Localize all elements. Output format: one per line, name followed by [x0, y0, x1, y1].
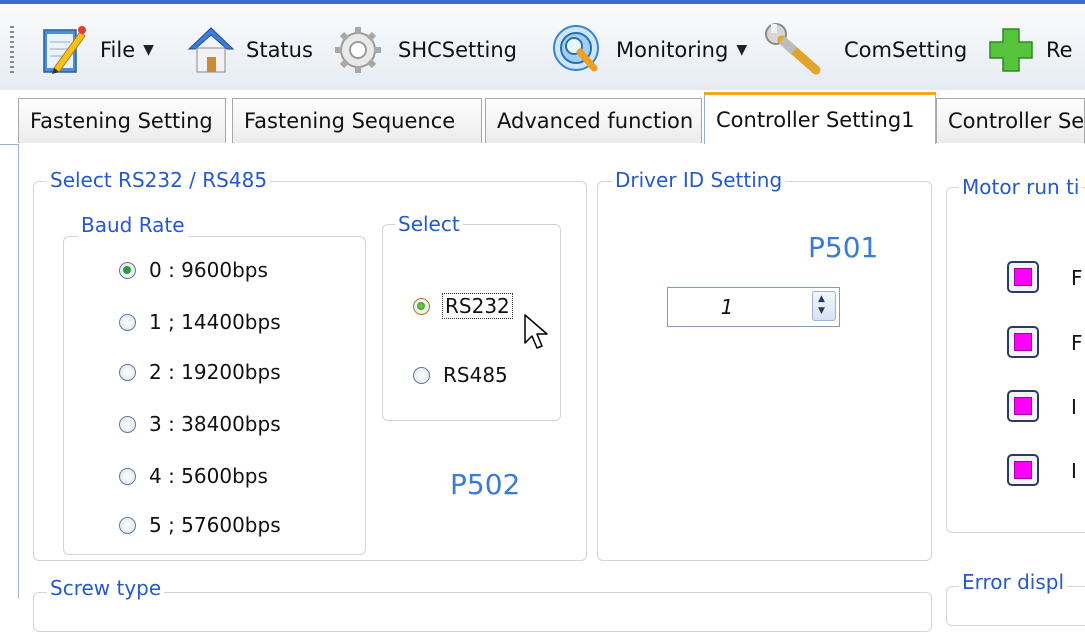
screw-type-group	[33, 592, 932, 632]
tab-controller-setting1[interactable]: Controller Setting1	[704, 92, 936, 145]
re-button[interactable]: Re	[986, 22, 1073, 78]
driver-id-value[interactable]: 1	[668, 288, 786, 326]
baud-option-label: 4 : 5600bps	[149, 464, 268, 488]
screw-type-group-title: Screw type	[47, 576, 165, 600]
error-display-group-title: Error displ	[959, 570, 1068, 594]
baud-option-14400[interactable]: 1 ; 14400bps	[119, 310, 281, 334]
interface-option-label: RS232	[442, 293, 513, 319]
driver-id-group-title: Driver ID Setting	[612, 168, 786, 192]
wrench-icon	[764, 22, 826, 78]
chevron-down-icon: ▼	[736, 42, 748, 58]
baud-option-9600[interactable]: 0 : 9600bps	[119, 258, 268, 282]
rs-select-group-title: Select RS232 / RS485	[47, 168, 271, 192]
driver-id-group	[597, 181, 932, 561]
motor-run-label-4: I	[1071, 459, 1077, 483]
magnifier-icon	[550, 22, 606, 78]
notepad-pencil-icon	[40, 24, 86, 76]
tab-strip: Fastening Setting Fastening Sequence Adv…	[0, 90, 1085, 145]
monitoring-menu-button[interactable]: Monitoring ▼	[550, 22, 747, 78]
baud-option-label: 3 : 38400bps	[149, 412, 281, 436]
baud-option-label: 2 : 19200bps	[149, 360, 281, 384]
interface-option-rs232[interactable]: RS232	[413, 293, 513, 319]
re-label: Re	[1046, 38, 1073, 62]
baud-option-5600[interactable]: 4 : 5600bps	[119, 464, 268, 488]
tab-fastening-setting[interactable]: Fastening Setting	[18, 98, 226, 143]
radio-button[interactable]	[119, 363, 136, 381]
radio-button[interactable]	[119, 467, 136, 485]
tab-fastening-sequence[interactable]: Fastening Sequence	[232, 98, 482, 143]
interface-select-group-title: Select	[395, 212, 463, 236]
tab-label: Controller Setting1	[716, 107, 915, 132]
motor-run-checkbox-3[interactable]	[1007, 390, 1039, 422]
tab-label: Fastening Sequence	[244, 109, 456, 133]
tab-label: Fastening Setting	[30, 109, 213, 133]
tab-controller-setting2[interactable]: Controller Se	[936, 98, 1085, 143]
mouse-cursor-icon	[523, 313, 551, 353]
tab-label: Advanced function	[497, 109, 694, 133]
controller-setting1-panel: Select RS232 / RS485 Baud Rate 0 : 9600b…	[18, 144, 1085, 632]
motor-run-group-title: Motor run ti	[959, 175, 1083, 199]
baud-option-label: 5 ; 57600bps	[149, 513, 281, 537]
rs-param-code: P502	[450, 468, 521, 501]
green-plus-icon	[986, 25, 1036, 75]
interface-option-rs485[interactable]: RS485	[413, 363, 508, 387]
radio-button[interactable]	[119, 313, 136, 331]
driver-id-param-code: P501	[808, 231, 879, 264]
radio-button[interactable]	[413, 297, 430, 315]
baud-option-38400[interactable]: 3 : 38400bps	[119, 412, 281, 436]
baud-rate-group	[63, 236, 366, 555]
radio-button[interactable]	[413, 366, 430, 384]
file-menu-label: File	[100, 38, 136, 62]
gear-icon	[332, 24, 384, 76]
comsetting-button[interactable]: ComSetting	[764, 22, 967, 78]
baud-option-label: 1 ; 14400bps	[149, 310, 281, 334]
status-label: Status	[246, 38, 313, 62]
chevron-down-icon: ▼	[143, 42, 154, 58]
motor-run-checkbox-2[interactable]	[1007, 326, 1039, 358]
spin-up-icon[interactable]: ▲	[818, 294, 825, 304]
toolbar-grip[interactable]	[10, 26, 14, 76]
motor-run-label-3: I	[1071, 395, 1077, 419]
monitoring-label: Monitoring	[616, 38, 729, 62]
toolbar: File ▼ Status SHCSetting Monitoring ▼ Co…	[0, 0, 1085, 90]
radio-button[interactable]	[119, 415, 136, 433]
comsetting-label: ComSetting	[844, 38, 968, 62]
tab-advanced-function[interactable]: Advanced function	[485, 98, 702, 143]
driver-id-spinner[interactable]: 1 ▲ ▼	[667, 287, 840, 327]
interface-option-label: RS485	[443, 363, 508, 387]
status-button[interactable]: Status	[186, 22, 313, 78]
spinner-buttons[interactable]: ▲ ▼	[812, 291, 836, 321]
motor-run-label-1: F	[1071, 266, 1083, 290]
shcsetting-button[interactable]: SHCSetting	[332, 22, 517, 78]
house-icon	[186, 24, 236, 76]
baud-option-19200[interactable]: 2 : 19200bps	[119, 360, 281, 384]
radio-button[interactable]	[119, 516, 136, 534]
radio-button[interactable]	[119, 261, 136, 279]
motor-run-label-2: F	[1071, 331, 1083, 355]
baud-rate-group-title: Baud Rate	[78, 213, 188, 237]
motor-run-checkbox-4[interactable]	[1007, 454, 1039, 486]
baud-option-label: 0 : 9600bps	[149, 258, 268, 282]
motor-run-checkbox-1[interactable]	[1007, 261, 1039, 293]
spin-down-icon[interactable]: ▼	[818, 306, 825, 316]
tab-label: Controller Se	[948, 109, 1085, 133]
baud-option-57600[interactable]: 5 ; 57600bps	[119, 513, 281, 537]
shcsetting-label: SHCSetting	[398, 38, 517, 62]
file-menu-button[interactable]: File ▼	[40, 22, 154, 78]
